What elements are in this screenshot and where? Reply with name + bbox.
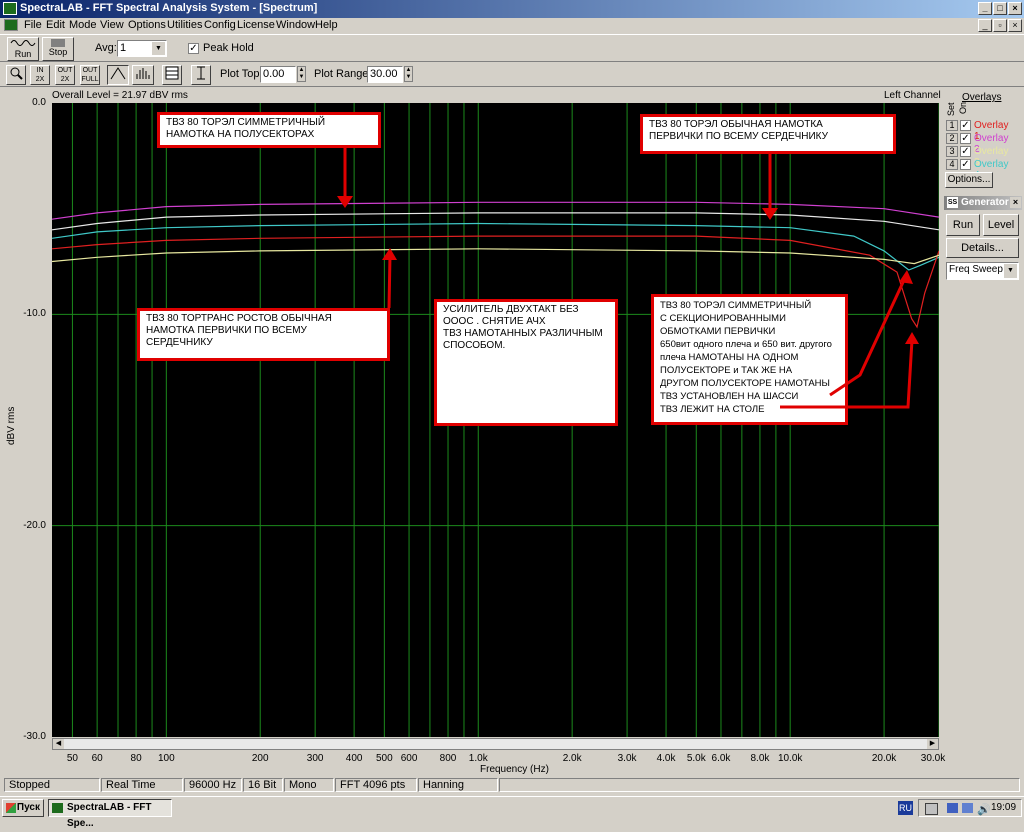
generator-title: Generator [961, 197, 1009, 208]
overlay-on-checkbox[interactable]: ✓ [960, 120, 971, 131]
start-label: Пуск [16, 802, 40, 813]
x-tick: 800 [439, 753, 457, 764]
status-sample-rate: 96000 Hz [184, 778, 242, 792]
overlay-set-button[interactable]: 1 [946, 120, 958, 131]
x-tick: 3.0k [617, 753, 637, 764]
overlay-on-checkbox[interactable]: ✓ [960, 159, 971, 170]
x-tick: 8.0k [750, 753, 770, 764]
start-button[interactable]: Пуск [2, 799, 44, 817]
generator-run-button[interactable]: Run [946, 214, 980, 236]
scroll-right-icon[interactable]: ▶ [927, 739, 938, 749]
generator-icon: SS [947, 197, 958, 208]
x-tick: 100 [157, 753, 175, 764]
taskbar-task-label: SpectraLAB - FFT Spe... [67, 802, 152, 829]
status-fft-size: FFT 4096 pts [335, 778, 417, 792]
network-icon[interactable] [947, 803, 958, 813]
arrow-line [387, 254, 392, 309]
monitor-icon[interactable] [962, 803, 973, 813]
arrow-head [382, 248, 397, 260]
x-tick: 20.0k [871, 753, 897, 764]
overlays-set-label: Set [946, 102, 956, 116]
overlay-on-checkbox[interactable]: ✓ [960, 146, 971, 157]
generator-mode-value: Freq Sweep [949, 264, 1003, 275]
overlays-on-label: On [958, 101, 968, 114]
taskbar: Пуск SpectraLAB - FFT Spe... RU 🔊 19:09 [0, 796, 1024, 829]
scroll-left-icon[interactable]: ◀ [53, 739, 64, 749]
x-tick: 50 [66, 753, 78, 764]
taskbar-spectralab-button[interactable]: SpectraLAB - FFT Spe... [48, 799, 172, 829]
x-tick: 200 [251, 753, 269, 764]
arrow-head [899, 270, 913, 284]
x-tick: 4.0k [656, 753, 676, 764]
overlay-set-button[interactable]: 4 [946, 159, 958, 170]
arrow-head [905, 332, 919, 344]
overlay-on-checkbox[interactable]: ✓ [960, 133, 971, 144]
system-tray: 🔊 19:09 [918, 799, 1022, 817]
arrow-line [829, 277, 907, 397]
x-tick: 10.0k [777, 753, 803, 764]
status-state: Stopped [4, 778, 100, 792]
language-indicator[interactable]: RU [898, 801, 913, 815]
app-icon [52, 803, 63, 813]
generator-details-button[interactable]: Details... [946, 238, 1019, 258]
status-mode: Real Time [101, 778, 183, 792]
x-tick: 600 [400, 753, 418, 764]
x-tick: 500 [376, 753, 393, 764]
annotation-arrows [337, 148, 919, 409]
x-tick: 1.0k [468, 753, 488, 764]
x-axis-label: Frequency (Hz) [480, 764, 549, 775]
speaker-icon[interactable]: 🔊 [977, 803, 991, 816]
status-channels: Mono [284, 778, 334, 792]
x-tick: 60 [91, 753, 103, 764]
x-tick: 6.0k [711, 753, 731, 764]
x-tick: 400 [345, 753, 363, 764]
printer-icon[interactable] [925, 803, 938, 815]
chevron-down-icon: ▼ [1004, 264, 1017, 278]
clock: 19:09 [991, 802, 1017, 813]
right-panel: Overlays Set On 1 ✓ Overlay 1 2 ✓ Overla… [942, 88, 1024, 776]
x-tick: 80 [130, 753, 142, 764]
horizontal-scrollbar[interactable]: ◀ ▶ [52, 738, 939, 750]
status-bar: Stopped Real Time 96000 Hz 16 Bit Mono F… [0, 776, 1024, 794]
arrow-head [762, 208, 778, 220]
x-tick: 5.0k [686, 753, 706, 764]
status-empty [499, 778, 1020, 792]
overlay-set-button[interactable]: 3 [946, 146, 958, 157]
x-tick: 2.0k [562, 753, 582, 764]
generator-title-bar: SS Generator × [944, 196, 1022, 210]
generator-level-button[interactable]: Level [983, 214, 1019, 236]
overlay-set-button[interactable]: 2 [946, 133, 958, 144]
x-tick: 300 [306, 753, 324, 764]
arrow-line [780, 339, 914, 409]
overlay-options-button[interactable]: Options... [945, 172, 993, 188]
close-icon[interactable]: × [1010, 197, 1021, 208]
generator-mode-select[interactable]: Freq Sweep ▼ [946, 262, 1019, 280]
arrow-head [337, 196, 353, 208]
windows-logo-icon [6, 803, 16, 813]
status-window: Hanning [418, 778, 498, 792]
status-bit-depth: 16 Bit [243, 778, 283, 792]
